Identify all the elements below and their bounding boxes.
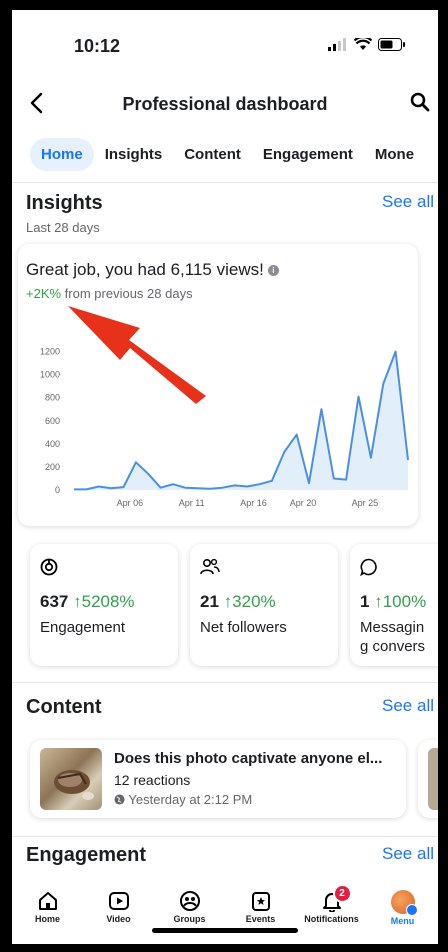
x-tick-label: Apr 11 bbox=[179, 498, 205, 508]
metric-number: 637 bbox=[40, 592, 69, 611]
search-icon bbox=[410, 92, 430, 112]
tab-engagement[interactable]: Engagement bbox=[252, 138, 364, 171]
post-card[interactable]: Does this photo captivate anyone el... 1… bbox=[30, 740, 406, 818]
battery-icon bbox=[378, 38, 405, 51]
engagement-see-all-link[interactable]: See all bbox=[382, 844, 434, 864]
nav-notifications[interactable]: 2 Notifications bbox=[297, 884, 367, 944]
metric-value: 637 ↑5208% bbox=[40, 592, 135, 612]
nav-video[interactable]: Video bbox=[84, 884, 154, 944]
x-tick-label: Apr 16 bbox=[240, 498, 267, 508]
post-time-text: Yesterday at 2:12 PM bbox=[128, 792, 253, 807]
nav-label: Menu bbox=[390, 916, 415, 926]
x-tick-label: Apr 06 bbox=[117, 498, 144, 508]
views-change: +2K% from previous 28 days bbox=[26, 286, 193, 301]
y-tick-label: 400 bbox=[45, 439, 60, 449]
metric-change: ↑5208% bbox=[73, 592, 135, 611]
wifi-icon bbox=[354, 38, 372, 50]
insights-period: Last 28 days bbox=[26, 220, 100, 235]
annotation-arrow bbox=[68, 306, 206, 404]
nav-menu[interactable]: Menu bbox=[368, 884, 438, 944]
metric-value: 21 ↑320% bbox=[200, 592, 276, 612]
tab-home[interactable]: Home bbox=[30, 138, 94, 171]
metric-change: ↑100% bbox=[374, 592, 427, 611]
followers-icon bbox=[200, 558, 220, 575]
metric-card-engagement[interactable]: 637 ↑5208% Engagement bbox=[30, 544, 178, 666]
groups-icon bbox=[179, 891, 200, 911]
views-change-value: +2K% bbox=[26, 286, 62, 301]
events-icon bbox=[251, 892, 270, 911]
insights-heading: Insights bbox=[26, 192, 103, 214]
metric-label: Messaging conversatio bbox=[360, 619, 426, 655]
views-headline: Great job, you had 6,115 views! i bbox=[26, 260, 279, 280]
nav-events[interactable]: Events bbox=[226, 884, 296, 944]
shell-photo bbox=[54, 770, 94, 800]
top-bar: Professional dashboard bbox=[12, 90, 438, 130]
bottom-navigation: Home Video Groups Events 2 Notifications… bbox=[12, 884, 438, 944]
y-tick-label: 200 bbox=[45, 462, 60, 472]
content-see-all-link[interactable]: See all bbox=[382, 696, 434, 716]
y-tick-label: 1200 bbox=[40, 347, 60, 357]
metric-number: 1 bbox=[360, 592, 370, 611]
globe-icon bbox=[114, 794, 125, 805]
insights-see-all-link[interactable]: See all bbox=[382, 192, 434, 212]
tab-bar: Home Insights Content Engagement Mone bbox=[30, 138, 425, 171]
post-title: Does this photo captivate anyone el... bbox=[114, 750, 383, 767]
nav-label: Home bbox=[34, 914, 60, 924]
status-bar: 10:12 bbox=[12, 10, 438, 80]
notification-badge: 2 bbox=[332, 884, 352, 903]
search-button[interactable] bbox=[410, 92, 430, 117]
home-icon bbox=[38, 892, 57, 910]
x-tick-label: Apr 20 bbox=[290, 498, 317, 508]
nav-label: Video bbox=[106, 914, 131, 924]
metric-number: 21 bbox=[200, 592, 219, 611]
video-icon bbox=[108, 892, 129, 910]
y-tick-label: 0 bbox=[55, 485, 60, 495]
views-headline-text: Great job, you had 6,115 views! bbox=[26, 260, 264, 279]
metric-card-net-followers[interactable]: 21 ↑320% Net followers bbox=[190, 544, 338, 666]
metric-change: ↑320% bbox=[223, 592, 276, 611]
content-heading: Content bbox=[26, 696, 102, 718]
metric-label: Engagement bbox=[40, 619, 126, 636]
nav-home[interactable]: Home bbox=[13, 884, 83, 944]
avatar bbox=[390, 890, 418, 916]
engagement-heading: Engagement bbox=[26, 844, 147, 866]
metric-card-messaging[interactable]: 1 ↑100% Messaging conversatio bbox=[350, 544, 438, 666]
tab-content[interactable]: Content bbox=[173, 138, 252, 171]
divider bbox=[12, 682, 438, 683]
divider bbox=[12, 836, 438, 837]
metric-value: 1 ↑100% bbox=[360, 592, 426, 612]
nav-label: Notifications bbox=[304, 914, 359, 924]
status-time: 10:12 bbox=[74, 36, 121, 56]
nav-groups[interactable]: Groups bbox=[155, 884, 225, 944]
y-tick-label: 1000 bbox=[40, 370, 60, 380]
messaging-icon bbox=[360, 558, 377, 576]
home-indicator bbox=[152, 928, 298, 933]
app-screen: 10:12 Professional dashboard Home Insigh… bbox=[12, 10, 438, 944]
cellular-signal-icon bbox=[328, 38, 346, 51]
y-tick-label: 600 bbox=[45, 416, 60, 426]
status-icons bbox=[328, 38, 406, 51]
post-reactions: 12 reactions bbox=[114, 772, 191, 788]
engagement-icon bbox=[40, 558, 58, 576]
nav-label: Events bbox=[245, 914, 276, 924]
info-icon[interactable]: i bbox=[267, 265, 279, 277]
y-tick-label: 800 bbox=[45, 393, 60, 403]
post-thumbnail bbox=[428, 748, 438, 810]
x-tick-label: Apr 25 bbox=[352, 498, 379, 508]
post-card-next[interactable] bbox=[418, 740, 438, 818]
tab-monetization[interactable]: Mone bbox=[364, 138, 425, 171]
page-title: Professional dashboard bbox=[122, 94, 328, 114]
views-change-text: from previous 28 days bbox=[61, 286, 193, 301]
post-thumbnail bbox=[40, 748, 102, 810]
menu-badge-icon bbox=[405, 904, 418, 916]
divider bbox=[12, 182, 438, 183]
nav-label: Groups bbox=[173, 914, 206, 924]
post-time: Yesterday at 2:12 PM bbox=[114, 792, 252, 807]
tab-insights[interactable]: Insights bbox=[94, 138, 174, 171]
metric-label: Net followers bbox=[200, 619, 287, 636]
